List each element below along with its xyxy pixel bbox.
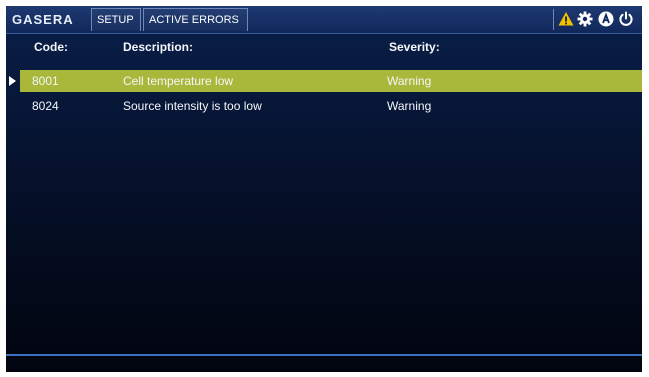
error-description: Cell temperature low <box>123 74 234 88</box>
table-row[interactable]: 8024 Source intensity is too low Warning <box>20 95 642 117</box>
a-badge-icon[interactable] <box>598 11 614 27</box>
gear-icon[interactable] <box>577 11 593 27</box>
column-header-description: Description: <box>123 40 194 54</box>
selection-pointer-icon <box>9 76 16 86</box>
gasera-logo: GASERA <box>12 12 74 27</box>
error-description: Source intensity is too low <box>123 99 262 113</box>
tab-active-errors[interactable]: ACTIVE ERRORS <box>143 8 248 31</box>
top-bar: GASERA SETUP ACTIVE ERRORS <box>6 6 642 34</box>
error-severity: Warning <box>387 99 432 113</box>
warning-icon[interactable] <box>558 11 574 27</box>
error-severity: Warning <box>387 74 432 88</box>
power-icon[interactable] <box>618 11 634 27</box>
tab-setup[interactable]: SETUP <box>91 8 141 31</box>
error-code: 8024 <box>32 99 59 113</box>
column-header-code: Code: <box>34 40 68 54</box>
toolbar-divider <box>553 9 554 30</box>
table-row[interactable]: 8001 Cell temperature low Warning <box>20 70 642 92</box>
bottom-divider <box>6 354 642 356</box>
app-screen: GASERA SETUP ACTIVE ERRORS Code: Descrip… <box>6 6 642 372</box>
error-code: 8001 <box>32 74 59 88</box>
column-header-severity: Severity: <box>389 40 440 54</box>
